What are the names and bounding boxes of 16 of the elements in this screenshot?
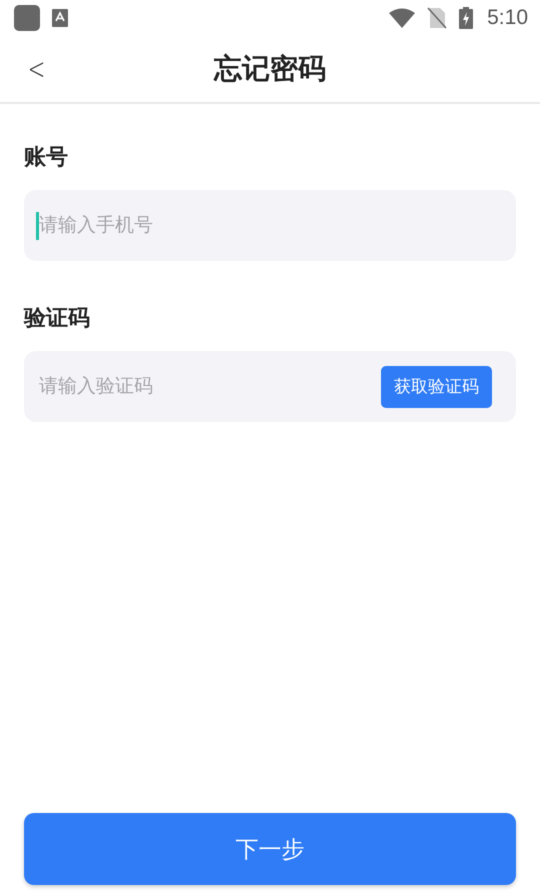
wifi-icon bbox=[389, 8, 416, 28]
field-label: 账号 bbox=[24, 144, 68, 172]
no-sim-icon bbox=[427, 7, 448, 29]
next-button[interactable]: 下一步 bbox=[24, 813, 516, 885]
page-title: 忘记密码 bbox=[214, 51, 326, 87]
field-label: 验证码 bbox=[24, 305, 90, 333]
keyboard-icon bbox=[52, 9, 68, 27]
input-field[interactable]: 请输入手机号 bbox=[24, 190, 516, 261]
get-code-button[interactable]: 获取验证码 bbox=[381, 366, 492, 408]
text-input[interactable]: 请输入验证码 bbox=[39, 376, 381, 398]
app-icon bbox=[14, 5, 40, 31]
text-input[interactable]: 请输入手机号 bbox=[39, 214, 492, 236]
status-time: 5:10 bbox=[487, 6, 528, 30]
battery-icon bbox=[459, 7, 474, 29]
input-field[interactable]: 请输入验证码 获取验证码 bbox=[24, 351, 516, 422]
back-button[interactable]: < bbox=[20, 52, 52, 86]
